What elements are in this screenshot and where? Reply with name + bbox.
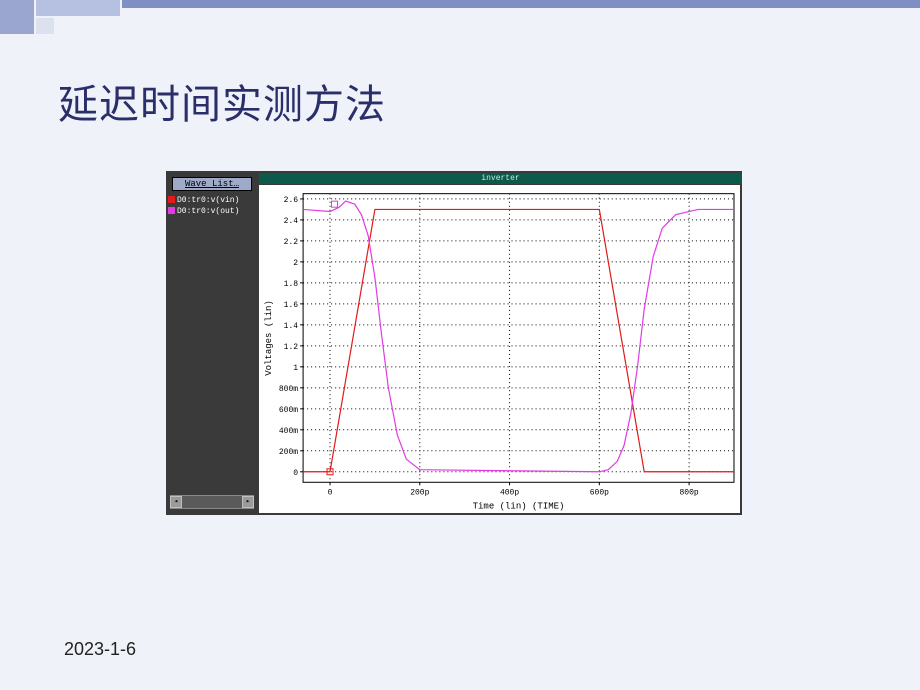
- wave-list-button[interactable]: Wave List…: [172, 177, 252, 191]
- legend: D0:tr0:v(vin) D0:tr0:v(out): [168, 195, 239, 217]
- svg-text:1.6: 1.6: [284, 301, 299, 310]
- svg-text:800m: 800m: [279, 385, 298, 394]
- svg-text:600m: 600m: [279, 406, 298, 415]
- svg-text:2.6: 2.6: [284, 196, 299, 205]
- legend-label: D0:tr0:v(out): [177, 207, 239, 216]
- svg-text:1.4: 1.4: [284, 322, 299, 331]
- svg-text:400m: 400m: [279, 427, 298, 436]
- chart-body: 0 200m 400m 600m 800m 1 1.2 1.4 1.6 1.8 2 2.2 2.4 2.6…: [259, 185, 740, 513]
- sidebar-scrollbar[interactable]: ◂ ▸: [170, 495, 254, 509]
- svg-text:200p: 200p: [410, 488, 429, 497]
- waveform-viewer: Wave List… D0:tr0:v(vin) D0:tr0:v(out) ◂…: [166, 171, 742, 515]
- scroll-right-button[interactable]: ▸: [242, 496, 254, 508]
- svg-text:1.2: 1.2: [284, 343, 299, 352]
- svg-text:0: 0: [293, 469, 298, 478]
- svg-text:2.4: 2.4: [284, 217, 299, 226]
- legend-swatch-vin: [168, 196, 175, 203]
- svg-text:1.8: 1.8: [284, 280, 299, 289]
- svg-text:2: 2: [293, 259, 298, 268]
- svg-text:1: 1: [293, 364, 298, 373]
- svg-text:600p: 600p: [590, 488, 609, 497]
- svg-text:800p: 800p: [680, 488, 699, 497]
- wave-sidebar: Wave List… D0:tr0:v(vin) D0:tr0:v(out) ◂…: [166, 171, 259, 515]
- slide-decoration: [0, 0, 920, 44]
- svg-text:Time (lin) (TIME): Time (lin) (TIME): [473, 500, 565, 511]
- legend-item[interactable]: D0:tr0:v(vin): [168, 195, 239, 206]
- legend-label: D0:tr0:v(vin): [177, 196, 239, 205]
- svg-text:200m: 200m: [279, 448, 298, 457]
- chart-window-title: inverter: [259, 173, 742, 184]
- legend-item[interactable]: D0:tr0:v(out): [168, 206, 239, 217]
- svg-text:400p: 400p: [500, 488, 519, 497]
- page-title: 延迟时间实测方法: [58, 72, 386, 130]
- svg-text:2.2: 2.2: [284, 238, 299, 247]
- chart-zone: inverter 0 200m 400m 600m 800m 1 1.2 1.4 1.6 1.8 2…: [259, 171, 742, 515]
- chart-svg: 0 200m 400m 600m 800m 1 1.2 1.4 1.6 1.8 2 2.2 2.4 2.6…: [259, 185, 740, 513]
- slide-date: 2023-1-6: [64, 639, 136, 660]
- svg-text:0: 0: [328, 488, 333, 497]
- legend-swatch-vout: [168, 207, 175, 214]
- scroll-left-button[interactable]: ◂: [170, 496, 182, 508]
- svg-text:Voltages (lin): Voltages (lin): [263, 300, 274, 376]
